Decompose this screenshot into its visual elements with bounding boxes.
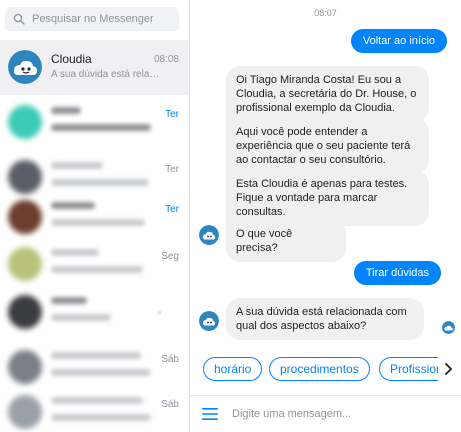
incoming-message: Oi Tiago Miranda Costa! Eu sou a Cloudia…	[226, 66, 429, 122]
incoming-message: Esta Cloudia é apenas para testes. Fique…	[226, 170, 429, 226]
avatar	[8, 105, 42, 139]
message-input[interactable]: Digite uma mensagem...	[232, 408, 351, 420]
conversation-item[interactable]	[0, 285, 189, 340]
search-box[interactable]: Pesquisar no Messenger	[5, 7, 179, 31]
avatar	[8, 395, 42, 429]
conversation-time: Sáb	[161, 354, 179, 365]
conversation-item[interactable]: Ter	[0, 95, 189, 150]
conversation-name: Cloudia	[51, 52, 92, 66]
conversation-item[interactable]: Sáb	[0, 385, 189, 432]
chat-panel: 08:07 Voltar ao início Oi Tiago Miranda …	[190, 0, 461, 432]
conversation-snippet: A sua dúvida está relacionada com	[51, 69, 163, 80]
conversation-time: Ter	[165, 204, 179, 215]
quick-reply-button[interactable]: procedimentos	[269, 357, 370, 381]
seen-avatar-icon	[442, 321, 455, 334]
conversation-time: 08:08	[153, 54, 179, 65]
outgoing-message: Voltar ao início	[350, 29, 447, 53]
conversation-time: Ter	[165, 164, 179, 175]
quick-replies-next-button[interactable]	[440, 357, 456, 381]
conversation-time: Seg	[161, 251, 179, 262]
incoming-message: O que você precisa?	[226, 220, 346, 262]
cloudia-bot-icon	[199, 225, 219, 245]
outgoing-message: Tirar dúvidas	[353, 261, 441, 285]
conversation-sidebar: Pesquisar no Messenger Cloudia A sua dúv…	[0, 0, 190, 432]
conversation-time: Sáb	[161, 399, 179, 410]
avatar	[8, 295, 42, 329]
message-timestamp: 08:07	[314, 8, 337, 18]
message-composer: Digite uma mensagem...	[190, 395, 461, 432]
avatar	[8, 350, 42, 384]
avatar	[8, 200, 42, 234]
menu-icon[interactable]	[202, 408, 218, 420]
avatar	[8, 160, 42, 194]
quick-reply-button[interactable]: horário	[203, 357, 263, 381]
search-icon	[13, 13, 25, 25]
conversation-time: Ter	[165, 109, 179, 120]
avatar	[8, 247, 42, 281]
conversation-item-cloudia[interactable]: Cloudia A sua dúvida está relacionada co…	[0, 40, 189, 95]
incoming-message: Aqui você pode entender a experiência qu…	[226, 118, 429, 174]
search-input[interactable]: Pesquisar no Messenger	[32, 13, 154, 25]
conversation-item[interactable]: Seg	[0, 237, 189, 292]
cloudia-bot-icon	[199, 311, 219, 331]
avatar	[8, 50, 42, 84]
chevron-right-icon	[445, 363, 452, 375]
incoming-message: A sua dúvida está relacionada com qual d…	[226, 298, 424, 340]
